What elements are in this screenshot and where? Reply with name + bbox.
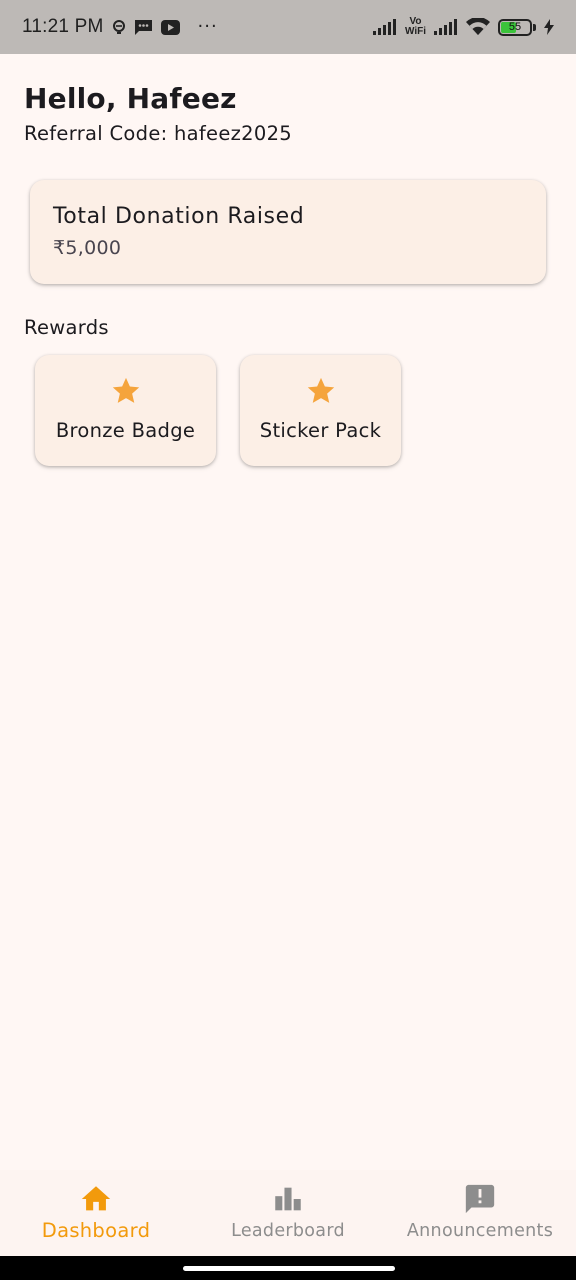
referral-code: Referral Code: hafeez2025 xyxy=(24,122,293,145)
message-icon xyxy=(134,19,153,36)
battery-cap xyxy=(533,23,536,31)
nav-dashboard[interactable]: Dashboard xyxy=(0,1170,192,1256)
star-icon xyxy=(112,377,139,403)
donation-amount: ₹5,000 xyxy=(53,237,122,259)
reward-label: Bronze Badge xyxy=(55,419,196,442)
app-screen: 11:21 PM ··· Vo WiFi 55 Hello, Hafeez Re… xyxy=(0,0,576,1280)
youtube-icon xyxy=(160,19,180,35)
status-bar-left: 11:21 PM ··· xyxy=(22,16,218,38)
status-time: 11:21 PM xyxy=(22,16,104,37)
nav-label: Announcements xyxy=(406,1221,554,1241)
signal-icon xyxy=(372,19,397,35)
charging-icon xyxy=(544,19,554,35)
signal-icon xyxy=(434,19,458,35)
leaderboard-icon xyxy=(275,1187,301,1211)
nav-label: Dashboard xyxy=(41,1219,151,1242)
alarm-icon xyxy=(112,19,126,35)
wifi-label: WiFi xyxy=(404,26,426,37)
status-bar-right: Vo WiFi 55 xyxy=(372,17,554,37)
nav-leaderboard[interactable]: Leaderboard xyxy=(192,1170,384,1256)
rewards-heading: Rewards xyxy=(24,316,109,339)
nav-announcements[interactable]: Announcements xyxy=(384,1170,576,1256)
reward-card[interactable]: Sticker Pack xyxy=(240,355,401,466)
greeting-title: Hello, Hafeez xyxy=(24,82,237,115)
donation-card: Total Donation Raised ₹5,000 xyxy=(30,180,546,284)
reward-card[interactable]: Bronze Badge xyxy=(35,355,216,466)
battery-icon: 55 xyxy=(498,18,536,36)
vowifi-indicator: Vo WiFi xyxy=(405,17,426,37)
star-icon xyxy=(307,377,334,403)
nav-label: Leaderboard xyxy=(231,1221,345,1241)
status-bar: 11:21 PM ··· Vo WiFi 55 xyxy=(0,0,576,54)
status-overflow: ··· xyxy=(197,16,218,37)
battery-level: 55 xyxy=(508,20,522,33)
home-indicator[interactable] xyxy=(183,1266,395,1271)
reward-label: Sticker Pack xyxy=(259,419,382,442)
battery-body: 55 xyxy=(498,18,532,36)
home-icon xyxy=(81,1186,111,1211)
donation-title: Total Donation Raised xyxy=(53,204,305,229)
wifi-icon xyxy=(466,18,490,36)
bottom-navigation: Dashboard Leaderboard Announcements xyxy=(0,1170,576,1256)
announcement-icon xyxy=(465,1184,495,1214)
